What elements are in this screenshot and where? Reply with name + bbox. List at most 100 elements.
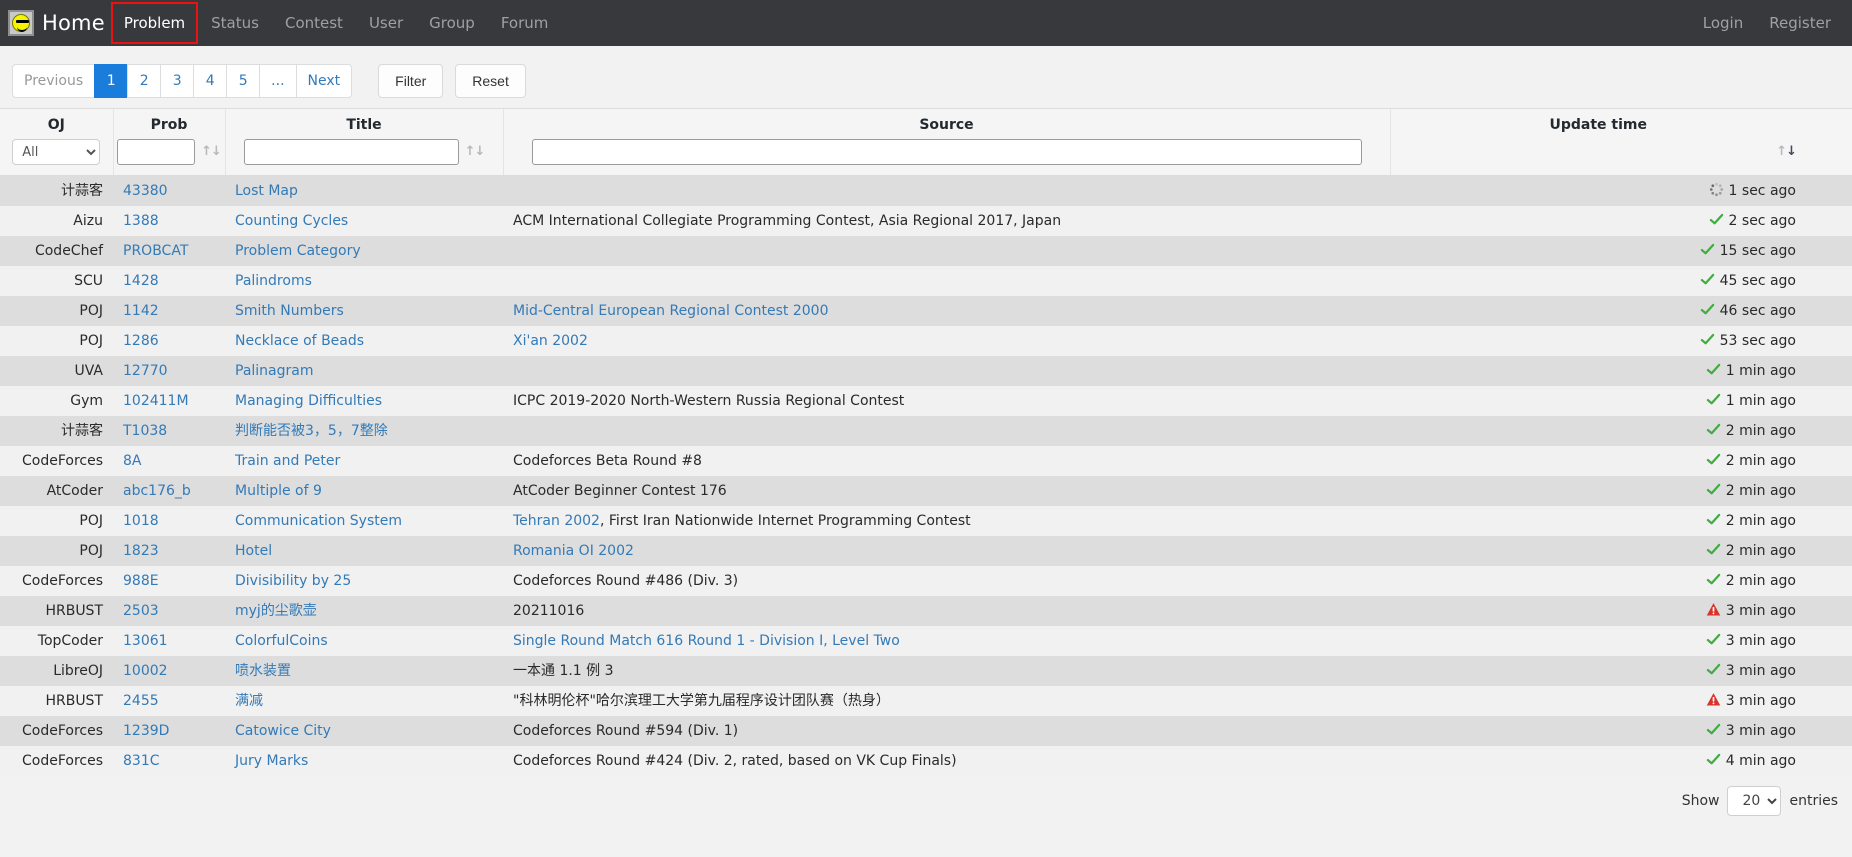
cell-prob: 1428	[113, 266, 225, 296]
problem-title-link[interactable]: Jury Marks	[235, 753, 308, 769]
problem-title-link[interactable]: Managing Difficulties	[235, 393, 382, 409]
problem-title-link[interactable]: Problem Category	[235, 243, 361, 259]
cell-prob: 8A	[113, 446, 225, 476]
nav-item-user[interactable]: User	[356, 0, 416, 46]
nav-item-problem[interactable]: Problem	[111, 0, 198, 46]
source-link[interactable]: Romania OI 2002	[513, 543, 634, 559]
brand-home-link[interactable]: Home	[0, 0, 111, 46]
cell-prob: 831C	[113, 746, 225, 776]
source-link[interactable]: Tehran 2002	[513, 513, 600, 529]
source-link[interactable]: Xi'an 2002	[513, 333, 588, 349]
nav-item-group[interactable]: Group	[416, 0, 488, 46]
nav-item-forum[interactable]: Forum	[488, 0, 562, 46]
filter-button[interactable]: Filter	[378, 64, 444, 98]
header-label-update-time: Update time	[1549, 117, 1648, 133]
problem-title-link[interactable]: 满减	[235, 693, 263, 709]
cell-title: Counting Cycles	[225, 206, 503, 236]
prob-sort-toggle[interactable]: ↑↓	[201, 139, 222, 165]
problem-id-link[interactable]: 2503	[123, 603, 159, 619]
problem-id-link[interactable]: 13061	[123, 633, 168, 649]
pagination-ellipsis[interactable]: ...	[259, 64, 296, 98]
smiley-face-icon	[8, 10, 34, 36]
pagination-page-3[interactable]: 3	[160, 64, 194, 98]
problem-id-link[interactable]: 831C	[123, 753, 160, 769]
problem-id-link[interactable]: 10002	[123, 663, 168, 679]
problem-title-link[interactable]: Multiple of 9	[235, 483, 322, 499]
status-ok-icon	[1706, 452, 1721, 467]
nav-item-contest[interactable]: Contest	[272, 0, 356, 46]
cell-update-time: 53 sec ago	[1390, 326, 1852, 356]
problem-title-link[interactable]: Train and Peter	[235, 453, 340, 469]
update-time-text: 53 sec ago	[1719, 333, 1796, 349]
cell-oj: CodeForces	[21, 723, 103, 739]
problem-title-link[interactable]: 喷水装置	[235, 663, 291, 679]
problem-title-link[interactable]: Counting Cycles	[235, 213, 348, 229]
cell-title: myj的尘歌壶	[225, 596, 503, 626]
source-link[interactable]: Mid-Central European Regional Contest 20…	[513, 303, 829, 319]
reset-button[interactable]: Reset	[455, 64, 526, 98]
problem-title-link[interactable]: myj的尘歌壶	[235, 603, 317, 619]
problem-title-link[interactable]: Palindroms	[235, 273, 312, 289]
table-row: POJ 1018 Communication System Tehran 2002, …	[0, 506, 1852, 536]
problem-id-link[interactable]: 12770	[123, 363, 168, 379]
problem-id-link[interactable]: T1038	[123, 423, 167, 439]
problem-title-link[interactable]: Necklace of Beads	[235, 333, 364, 349]
problem-id-link[interactable]: PROBCAT	[123, 243, 188, 259]
source-text: 一本通 1.1 例 3	[513, 663, 614, 679]
pagination-page-2[interactable]: 2	[127, 64, 161, 98]
problem-id-link[interactable]: 1142	[123, 303, 159, 319]
problem-title-link[interactable]: Smith Numbers	[235, 303, 344, 319]
oj-filter-select[interactable]: All	[12, 139, 101, 165]
status-ok-icon	[1706, 572, 1721, 587]
pagination-page-1[interactable]: 1	[94, 64, 128, 98]
problem-title-link[interactable]: Communication System	[235, 513, 402, 529]
problem-title-link[interactable]: 判断能否被3，5，7整除	[235, 423, 388, 439]
nav-item-status[interactable]: Status	[198, 0, 272, 46]
source-filter-input[interactable]	[531, 139, 1362, 165]
problem-id-link[interactable]: abc176_b	[123, 483, 191, 499]
cell-update-time: 3 min ago	[1390, 716, 1852, 746]
header-label-title: Title	[346, 117, 382, 133]
source-link[interactable]: Single Round Match 616 Round 1 - Divisio…	[513, 633, 900, 649]
table-row: UVA 12770 Palinagram 1 min ago	[0, 356, 1852, 386]
table-row: AtCoder abc176_b Multiple of 9 AtCoder Begi…	[0, 476, 1852, 506]
cell-update-time: 1 min ago	[1390, 356, 1852, 386]
problem-id-link[interactable]: 988E	[123, 573, 159, 589]
register-link[interactable]: Register	[1756, 0, 1844, 46]
problem-id-link[interactable]: 8A	[123, 453, 141, 469]
page-size-select[interactable]: 20	[1727, 786, 1782, 816]
problem-id-link[interactable]: 1823	[123, 543, 159, 559]
problem-id-link[interactable]: 1428	[123, 273, 159, 289]
problem-title-link[interactable]: Hotel	[235, 543, 272, 559]
update-time-text: 2 min ago	[1725, 423, 1796, 439]
problem-id-link[interactable]: 1286	[123, 333, 159, 349]
problem-title-link[interactable]: Lost Map	[235, 183, 298, 199]
problem-id-link[interactable]: 2455	[123, 693, 159, 709]
login-link[interactable]: Login	[1690, 0, 1756, 46]
table-row: 计蒜客 43380 Lost Map 1 sec ago	[0, 175, 1852, 207]
pagination-previous[interactable]: Previous	[12, 64, 95, 98]
cell-title: ColorfulCoins	[225, 626, 503, 656]
problem-id-link[interactable]: 102411M	[123, 393, 189, 409]
pagination-page-4[interactable]: 4	[193, 64, 227, 98]
pagination-page-5[interactable]: 5	[226, 64, 260, 98]
header-label-source: Source	[919, 117, 974, 133]
problem-id-link[interactable]: 1388	[123, 213, 159, 229]
problem-title-link[interactable]: Catowice City	[235, 723, 331, 739]
prob-filter-input[interactable]	[117, 139, 196, 165]
title-filter-input[interactable]	[243, 139, 459, 165]
problem-id-link[interactable]: 1239D	[123, 723, 169, 739]
title-sort-toggle[interactable]: ↑↓	[465, 139, 486, 165]
header-label-oj: OJ	[47, 117, 65, 133]
update-time-text: 2 min ago	[1725, 453, 1796, 469]
problem-title-link[interactable]: Palinagram	[235, 363, 313, 379]
cell-source: Mid-Central European Regional Contest 20…	[503, 296, 1390, 326]
problem-id-link[interactable]: 1018	[123, 513, 159, 529]
cell-source	[503, 176, 1390, 207]
pagination-next[interactable]: Next	[295, 64, 353, 98]
problem-table: OJ All Prob ↑↓ Title ↑↓ Source Update ti…	[0, 108, 1852, 776]
problem-title-link[interactable]: ColorfulCoins	[235, 633, 328, 649]
problem-id-link[interactable]: 43380	[123, 183, 168, 199]
problem-title-link[interactable]: Divisibility by 25	[235, 573, 351, 589]
update-time-sort-toggle[interactable]: ↑↓	[1776, 139, 1797, 165]
